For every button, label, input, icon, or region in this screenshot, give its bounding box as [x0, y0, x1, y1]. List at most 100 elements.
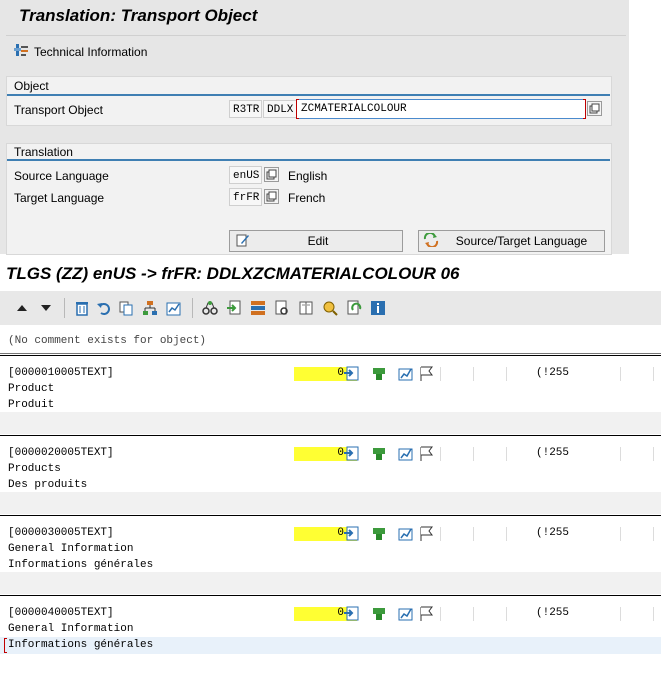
target-text-input[interactable]: Produit — [8, 399, 54, 411]
statistics-icon[interactable] — [398, 446, 414, 464]
statistics-icon[interactable] — [398, 366, 414, 384]
object-name-input[interactable]: ZCMATERIALCOLOUR — [296, 99, 586, 119]
object-type-field: DDLX — [263, 100, 297, 118]
comment-divider — [0, 353, 661, 354]
source-text: General Information — [8, 623, 134, 635]
undo-icon[interactable] — [96, 300, 112, 316]
find-glasses-icon[interactable] — [202, 300, 218, 316]
pool-icon[interactable] — [372, 527, 386, 544]
refresh-document-icon[interactable] — [346, 300, 362, 316]
source-text: General Information — [8, 543, 134, 555]
max-length: (!255 — [536, 367, 570, 379]
text-edit-icon[interactable] — [343, 446, 359, 464]
cell-separator — [440, 447, 441, 461]
flag-icon[interactable] — [419, 606, 435, 624]
source-language-label: Source Language — [14, 169, 109, 183]
search-users-icon[interactable] — [322, 300, 338, 316]
input-left-bracket — [296, 99, 299, 119]
cell-separator — [440, 527, 441, 541]
swap-languages-icon — [423, 231, 439, 250]
cell-separator — [506, 367, 507, 381]
delete-icon[interactable] — [74, 300, 90, 316]
entry-key: [0000020005TEXT] — [8, 447, 114, 459]
translation-group-title: Translation — [14, 145, 73, 159]
source-language-name: English — [288, 169, 328, 183]
entry-divider — [0, 355, 661, 356]
cell-separator — [506, 527, 507, 541]
entry-padding — [0, 412, 661, 434]
previous-arrow-icon[interactable] — [14, 300, 30, 316]
source-target-language-button[interactable]: Source/Target Language — [418, 230, 605, 252]
copy-icon[interactable] — [118, 300, 134, 316]
source-text: Products — [8, 463, 61, 475]
cell-separator — [506, 607, 507, 621]
cell-separator — [473, 367, 474, 381]
object-group-underline — [7, 94, 610, 96]
editor-toolbar — [0, 291, 661, 325]
cell-separator — [620, 447, 621, 461]
entry-key: [0000040005TEXT] — [8, 607, 114, 619]
info-icon[interactable] — [370, 300, 386, 316]
source-text: Product — [8, 383, 55, 395]
toolbar-separator — [192, 298, 193, 318]
target-language-label: Target Language — [14, 191, 105, 205]
max-length: (!255 — [536, 607, 570, 619]
entry-padding — [0, 492, 661, 514]
import-icon[interactable] — [226, 300, 242, 316]
entry-divider — [0, 435, 661, 436]
edit-button[interactable]: Edit — [229, 230, 403, 252]
pgmid-field: R3TR — [229, 100, 262, 118]
statistics-icon[interactable] — [398, 526, 414, 544]
cell-separator — [473, 607, 474, 621]
technical-information-button[interactable]: Technical Information — [14, 43, 147, 60]
target-text-input[interactable]: Informations générales — [8, 559, 153, 571]
length-counter: 0 — [337, 367, 344, 379]
source-language-help-icon[interactable] — [264, 167, 279, 182]
comment-text: (No comment exists for object) — [8, 335, 207, 347]
target-text-input[interactable]: Des produits — [8, 479, 87, 491]
technical-info-icon — [14, 43, 30, 60]
chart-edit-icon[interactable] — [166, 300, 182, 316]
flag-icon[interactable] — [419, 526, 435, 544]
proposal-pool-icon[interactable] — [250, 300, 266, 316]
max-length: (!255 — [536, 447, 570, 459]
hierarchy-icon[interactable] — [142, 300, 158, 316]
cell-separator — [440, 607, 441, 621]
pool-icon[interactable] — [372, 607, 386, 624]
edit-button-label: Edit — [307, 234, 329, 248]
cell-separator — [473, 447, 474, 461]
cell-separator — [440, 367, 441, 381]
text-edit-icon[interactable] — [343, 366, 359, 384]
object-group-title: Object — [14, 79, 49, 93]
cell-separator — [620, 607, 621, 621]
statistics-icon[interactable] — [398, 606, 414, 624]
max-length: (!255 — [536, 527, 570, 539]
edit-icon — [236, 233, 250, 250]
technical-info-label: Technical Information — [34, 44, 148, 59]
pool-icon[interactable] — [372, 447, 386, 464]
book-icon[interactable] — [298, 300, 314, 316]
cell-separator — [473, 527, 474, 541]
editor-title: TLGS (ZZ) enUS -> frFR: DDLXZCMATERIALCO… — [6, 264, 460, 283]
target-language-field: frFR — [229, 188, 262, 206]
entry-key: [0000030005TEXT] — [8, 527, 114, 539]
flag-icon[interactable] — [419, 446, 435, 464]
translation-group-underline — [7, 159, 610, 161]
pool-icon[interactable] — [372, 367, 386, 384]
next-arrow-icon[interactable] — [38, 300, 54, 316]
flag-icon[interactable] — [419, 366, 435, 384]
toolbar-separator — [64, 298, 65, 318]
cell-separator — [653, 607, 654, 621]
source-language-field: enUS — [229, 166, 262, 184]
entry-padding — [0, 572, 661, 594]
text-edit-icon[interactable] — [343, 606, 359, 624]
text-edit-icon[interactable] — [343, 526, 359, 544]
cell-separator — [506, 447, 507, 461]
target-language-help-icon[interactable] — [264, 189, 279, 204]
value-help-icon[interactable] — [587, 101, 602, 116]
target-text-input-active[interactable]: Informations générales — [8, 639, 153, 651]
cell-separator — [620, 527, 621, 541]
search-document-icon[interactable] — [274, 300, 290, 316]
length-counter: 0 — [337, 447, 344, 459]
length-counter: 0 — [337, 607, 344, 619]
